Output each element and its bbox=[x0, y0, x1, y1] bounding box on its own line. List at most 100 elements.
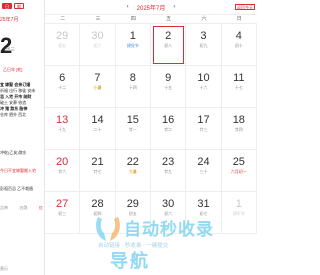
almanac-line: 仓库 栖外 西北 bbox=[0, 112, 27, 117]
weekday-header: 二三四五六日 bbox=[45, 14, 257, 24]
day-cell[interactable]: 30 初六 bbox=[80, 24, 116, 66]
lunar-date: 初十 bbox=[234, 43, 243, 48]
day-number: 23 bbox=[162, 156, 175, 168]
day-number: 22 bbox=[126, 156, 139, 168]
day-cell-today[interactable]: 2 初八 bbox=[150, 24, 187, 66]
day-number: 21 bbox=[91, 156, 104, 168]
day-number: 25 bbox=[232, 156, 245, 168]
sidebar-toolbar: 日 翻 bbox=[0, 0, 44, 12]
day-cell[interactable]: 15 廿一 bbox=[115, 108, 151, 150]
lunar-date: 十九 bbox=[58, 127, 67, 132]
lunar-date: 十四 bbox=[128, 85, 137, 90]
day-number: 27 bbox=[56, 198, 69, 210]
day-number: 6 bbox=[59, 72, 66, 84]
day-number: 18 bbox=[232, 114, 245, 126]
unlucky-label: 凶煞 bbox=[19, 205, 28, 210]
day-number: 24 bbox=[197, 156, 210, 168]
lucky-label: 吉神 bbox=[0, 205, 8, 210]
day-cell[interactable]: 29 初五 bbox=[115, 192, 151, 234]
lunar-date: 初六 bbox=[93, 43, 102, 48]
lunar-date: 十六 bbox=[199, 85, 208, 90]
day-cell[interactable]: 18 廿四 bbox=[221, 108, 257, 150]
lunar-date: 廿四 bbox=[234, 127, 243, 132]
day-cell[interactable]: 27 初三 bbox=[45, 192, 81, 234]
day-cell[interactable]: 25 六月初一 bbox=[221, 150, 257, 192]
day-cell[interactable]: 9 十五 bbox=[150, 66, 187, 108]
day-number: 30 bbox=[162, 198, 175, 210]
day-number: 1 bbox=[235, 198, 242, 210]
weekday-label: 三 bbox=[95, 16, 101, 22]
day-cell[interactable]: 13 十九 bbox=[45, 108, 81, 150]
day-number: 9 bbox=[165, 72, 172, 84]
day-number: 13 bbox=[56, 114, 69, 126]
lunar-date: 六月初一 bbox=[230, 169, 247, 174]
calendar-grid: 29 初五 30 初六 1 建党节 2 初八 3 初九 4 初十 6 十二 7 小暑 8 十四 9 十五 10 十六 11 十… bbox=[45, 24, 257, 234]
day-cell[interactable]: 1 建军节 bbox=[221, 192, 257, 234]
lunar-date: 大暑 bbox=[128, 169, 137, 174]
lunar-date: 初七 bbox=[199, 211, 208, 216]
day-cell[interactable]: 23 廿九 bbox=[150, 150, 187, 192]
back-to-today-button[interactable]: 返回今天 bbox=[235, 4, 255, 10]
next-month-button[interactable]: › bbox=[169, 4, 179, 10]
weekday-label: 五 bbox=[166, 16, 172, 22]
lunar-date: 十五 bbox=[164, 85, 173, 90]
day-cell[interactable]: 31 初七 bbox=[186, 192, 222, 234]
day-cell[interactable]: 28 初四 bbox=[80, 192, 116, 234]
day-cell[interactable]: 14 二十 bbox=[80, 108, 116, 150]
almanac-button[interactable]: 翻 bbox=[14, 3, 24, 9]
day-cell[interactable]: 8 十四 bbox=[115, 66, 151, 108]
day-number: 29 bbox=[126, 198, 139, 210]
sidebar: 日 翻 25年7月 2 周三 乙巳年 [蛇] 宜 嫁娶 会亲订婚 祈福 出行 移徙… bbox=[0, 0, 45, 275]
day-cell[interactable]: 24 三十 bbox=[186, 150, 222, 192]
lunar-date: 初五 bbox=[58, 43, 67, 48]
day-cell[interactable]: 3 初九 bbox=[186, 24, 222, 66]
calendar-header: ‹ 2025年7月 › 返回今天 bbox=[45, 0, 257, 14]
day-cell[interactable]: 20 廿六 bbox=[45, 150, 81, 192]
day-number: 1 bbox=[129, 30, 136, 42]
almanac-taboo: 彭祖百忌 乙不栽植 bbox=[0, 186, 34, 191]
selected-weekday: 周三 bbox=[6, 47, 15, 52]
day-number: 7 bbox=[94, 72, 101, 84]
lunar-date: 初三 bbox=[58, 211, 67, 216]
day-number: 14 bbox=[91, 114, 104, 126]
month-title[interactable]: 2025年7月 bbox=[137, 3, 166, 12]
lunar-date: 廿二 bbox=[164, 127, 173, 132]
day-cell[interactable]: 7 小暑 bbox=[80, 66, 116, 108]
selected-day-number: 2 bbox=[0, 33, 13, 58]
day-number: 16 bbox=[162, 114, 175, 126]
lunar-date: 初八 bbox=[164, 43, 173, 48]
prev-month-button[interactable]: ‹ bbox=[123, 4, 133, 10]
day-number: 4 bbox=[235, 30, 242, 42]
day-number: 30 bbox=[91, 30, 104, 42]
day-cell[interactable]: 17 廿三 bbox=[186, 108, 222, 150]
lunar-date: 建军节 bbox=[232, 211, 245, 216]
lunar-date: 十二 bbox=[58, 85, 67, 90]
day-view-button[interactable]: 日 bbox=[2, 3, 12, 9]
lunar-date: 廿九 bbox=[164, 169, 173, 174]
day-number: 10 bbox=[197, 72, 210, 84]
day-number: 28 bbox=[91, 198, 104, 210]
lunar-date: 建党节 bbox=[126, 43, 139, 48]
sidebar-bottom-link[interactable]: 黄历 bbox=[0, 266, 8, 272]
day-number: 3 bbox=[200, 30, 207, 42]
lunar-date: 廿六 bbox=[58, 169, 67, 174]
day-number: 8 bbox=[129, 72, 136, 84]
day-cell[interactable]: 4 初十 bbox=[221, 24, 257, 66]
day-number: 31 bbox=[197, 198, 210, 210]
day-number: 29 bbox=[56, 30, 69, 42]
day-cell[interactable]: 10 十六 bbox=[186, 66, 222, 108]
day-cell[interactable]: 6 十二 bbox=[45, 66, 81, 108]
day-cell[interactable]: 30 初六 bbox=[150, 192, 187, 234]
weekday-label: 四 bbox=[130, 16, 136, 22]
day-cell[interactable]: 16 廿二 bbox=[150, 108, 187, 150]
day-number: 15 bbox=[126, 114, 139, 126]
weekday-label: 二 bbox=[60, 16, 66, 22]
day-cell[interactable]: 22 大暑 bbox=[115, 150, 151, 192]
lunar-date: 初五 bbox=[128, 211, 137, 216]
day-cell[interactable]: 1 建党节 bbox=[115, 24, 151, 66]
day-cell[interactable]: 29 初五 bbox=[45, 24, 81, 66]
day-number: 17 bbox=[197, 114, 210, 126]
red-label: 红 bbox=[39, 205, 43, 210]
day-cell[interactable]: 21 廿七 bbox=[80, 150, 116, 192]
day-cell[interactable]: 11 十七 bbox=[221, 66, 257, 108]
